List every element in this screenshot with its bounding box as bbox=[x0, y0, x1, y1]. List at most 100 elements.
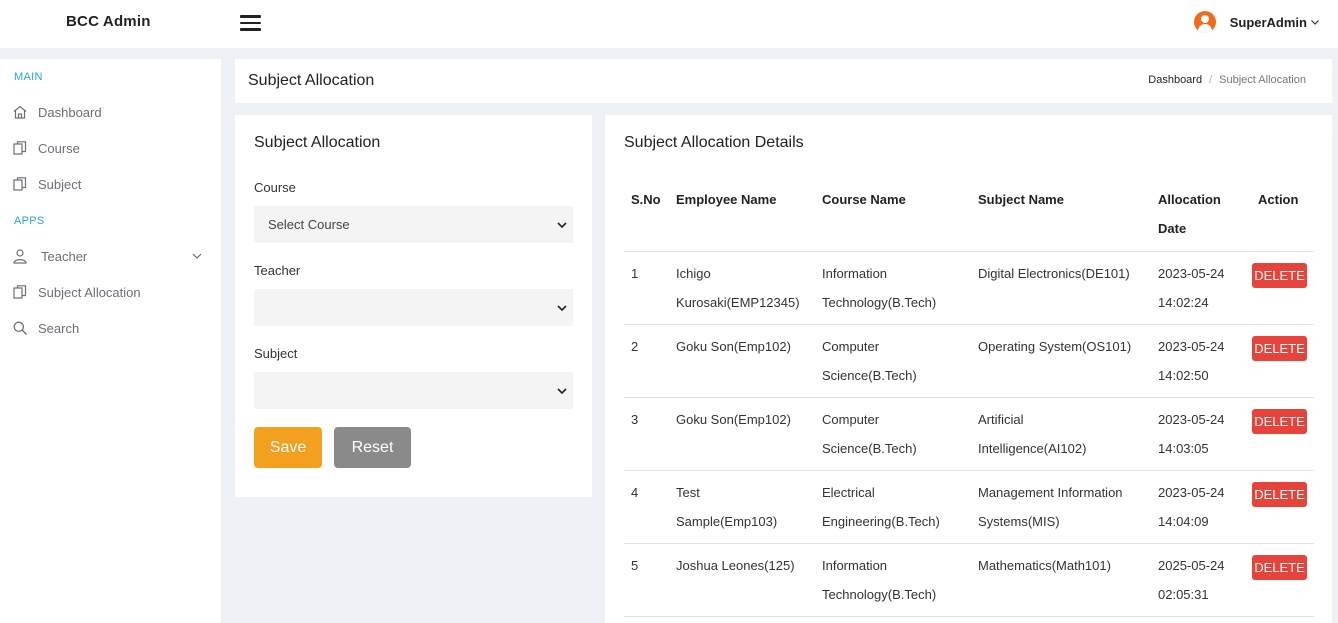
cell-time: 02:05:31 bbox=[1158, 587, 1209, 602]
cell-date: 2023-05-24 bbox=[1158, 266, 1225, 281]
column-header-date-line2: Date bbox=[1158, 221, 1187, 236]
delete-button[interactable]: DELETE bbox=[1252, 482, 1307, 507]
delete-button[interactable]: DELETE bbox=[1252, 263, 1307, 288]
chevron-down-icon bbox=[192, 253, 202, 259]
delete-button[interactable]: DELETE bbox=[1252, 409, 1307, 434]
cell-time: 14:03:05 bbox=[1158, 441, 1209, 456]
cell-subject: Operating System(OS101) bbox=[978, 339, 1132, 354]
menu-toggle-icon[interactable] bbox=[240, 15, 261, 31]
sidebar-item-dashboard[interactable]: Dashboard bbox=[12, 100, 212, 124]
cell-employee: Joshua Leones(125) bbox=[676, 558, 795, 573]
cell-course-line2: Science(B.Tech) bbox=[822, 441, 917, 456]
reset-button[interactable]: Reset bbox=[334, 427, 411, 468]
column-header-sno: S.No bbox=[631, 192, 661, 207]
cell-subject: Artificial bbox=[978, 412, 1024, 427]
allocation-table-card: Subject Allocation Details S.No Employee… bbox=[605, 115, 1332, 623]
cell-time: 14:02:50 bbox=[1158, 368, 1209, 383]
search-icon bbox=[13, 321, 27, 335]
sidebar-item-teacher[interactable]: Teacher bbox=[12, 244, 212, 268]
column-header-action: Action bbox=[1258, 192, 1299, 207]
table-title: Subject Allocation Details bbox=[624, 134, 804, 151]
chevron-down-icon bbox=[557, 305, 567, 312]
delete-button[interactable]: DELETE bbox=[1252, 336, 1307, 361]
course-select[interactable]: Select Course bbox=[254, 206, 573, 243]
row-divider bbox=[624, 616, 1314, 617]
delete-button[interactable]: DELETE bbox=[1252, 555, 1307, 580]
breadcrumb-dashboard-link[interactable]: Dashboard bbox=[1148, 74, 1202, 86]
top-navbar: BCC Admin SuperAdmin bbox=[0, 0, 1338, 48]
cell-employee-line2: Kurosaki(EMP12345) bbox=[676, 295, 800, 310]
cell-course-line2: Technology(B.Tech) bbox=[822, 295, 937, 310]
cell-subject: Management Information bbox=[978, 485, 1123, 500]
copy-icon bbox=[13, 141, 27, 155]
cell-employee: Test bbox=[676, 485, 700, 500]
sidebar-item-label: Teacher bbox=[41, 248, 88, 264]
cell-date: 2025-05-24 bbox=[1158, 558, 1225, 573]
cell-subject: Mathematics(Math101) bbox=[978, 558, 1111, 573]
breadcrumb: Dashboard / Subject Allocation bbox=[1148, 74, 1306, 86]
sidebar-item-subject-allocation[interactable]: Subject Allocation bbox=[12, 280, 212, 304]
user-menu[interactable]: SuperAdmin bbox=[1193, 7, 1320, 37]
cell-sno: 3 bbox=[631, 412, 639, 427]
page-header: Subject Allocation Dashboard / Subject A… bbox=[235, 59, 1332, 103]
chevron-down-icon bbox=[1311, 20, 1319, 25]
allocation-form-card: Subject Allocation Course Select Course … bbox=[235, 115, 592, 497]
cell-employee: Ichigo bbox=[676, 266, 711, 281]
column-header-employee: Employee Name bbox=[676, 192, 777, 207]
row-divider bbox=[624, 543, 1314, 544]
header-divider bbox=[624, 251, 1314, 252]
form-title: Subject Allocation bbox=[254, 134, 381, 151]
sidebar-item-label: Course bbox=[38, 140, 80, 156]
chevron-down-icon bbox=[557, 222, 567, 229]
row-divider bbox=[624, 470, 1314, 471]
cell-subject: Digital Electronics(DE101) bbox=[978, 266, 1130, 281]
column-header-date: Allocation bbox=[1158, 192, 1221, 207]
sidebar-item-label: Subject Allocation bbox=[38, 284, 141, 300]
sidebar: MAIN Dashboard Course Subject APPS Teach… bbox=[0, 59, 221, 623]
subject-label: Subject bbox=[254, 346, 298, 361]
cell-date: 2023-05-24 bbox=[1158, 339, 1225, 354]
cell-course-line2: Technology(B.Tech) bbox=[822, 587, 937, 602]
page-title: Subject Allocation bbox=[248, 72, 375, 89]
sidebar-item-label: Search bbox=[38, 320, 80, 336]
brand-logo[interactable]: BCC Admin bbox=[66, 13, 151, 30]
cell-sno: 4 bbox=[631, 485, 639, 500]
cell-time: 14:02:24 bbox=[1158, 295, 1209, 310]
sidebar-section-apps: APPS bbox=[14, 215, 45, 227]
column-header-subject: Subject Name bbox=[978, 192, 1064, 207]
cell-date: 2023-05-24 bbox=[1158, 412, 1225, 427]
cell-sno: 5 bbox=[631, 558, 639, 573]
sidebar-item-subject[interactable]: Subject bbox=[12, 172, 212, 196]
breadcrumb-separator: / bbox=[1209, 74, 1213, 86]
user-icon bbox=[13, 249, 27, 264]
cell-course: Electrical bbox=[822, 485, 875, 500]
cell-course: Information bbox=[822, 558, 888, 573]
cell-employee: Goku Son(Emp102) bbox=[676, 412, 791, 427]
save-button[interactable]: Save bbox=[254, 427, 322, 468]
course-select-value: Select Course bbox=[268, 217, 350, 232]
cell-course-line2: Science(B.Tech) bbox=[822, 368, 917, 383]
column-header-course: Course Name bbox=[822, 192, 906, 207]
cell-employee: Goku Son(Emp102) bbox=[676, 339, 791, 354]
subject-select[interactable] bbox=[254, 372, 573, 409]
sidebar-item-label: Subject bbox=[38, 176, 82, 192]
course-label: Course bbox=[254, 180, 296, 195]
cell-sno: 2 bbox=[631, 339, 639, 354]
chevron-down-icon bbox=[557, 388, 567, 395]
cell-course: Computer bbox=[822, 339, 880, 354]
cell-subject-line2: Systems(MIS) bbox=[978, 514, 1060, 529]
cell-course-line2: Engineering(B.Tech) bbox=[822, 514, 940, 529]
teacher-select[interactable] bbox=[254, 289, 573, 326]
sidebar-item-search[interactable]: Search bbox=[12, 316, 212, 340]
cell-sno: 1 bbox=[631, 266, 639, 281]
sidebar-section-main: MAIN bbox=[14, 71, 43, 83]
sidebar-item-course[interactable]: Course bbox=[12, 136, 212, 160]
cell-time: 14:04:09 bbox=[1158, 514, 1209, 529]
breadcrumb-current: Subject Allocation bbox=[1219, 74, 1306, 86]
row-divider bbox=[624, 324, 1314, 325]
copy-icon bbox=[13, 285, 27, 299]
sidebar-item-label: Dashboard bbox=[38, 104, 102, 120]
cell-employee-line2: Sample(Emp103) bbox=[676, 514, 778, 529]
cell-course: Information bbox=[822, 266, 888, 281]
teacher-label: Teacher bbox=[254, 263, 301, 278]
